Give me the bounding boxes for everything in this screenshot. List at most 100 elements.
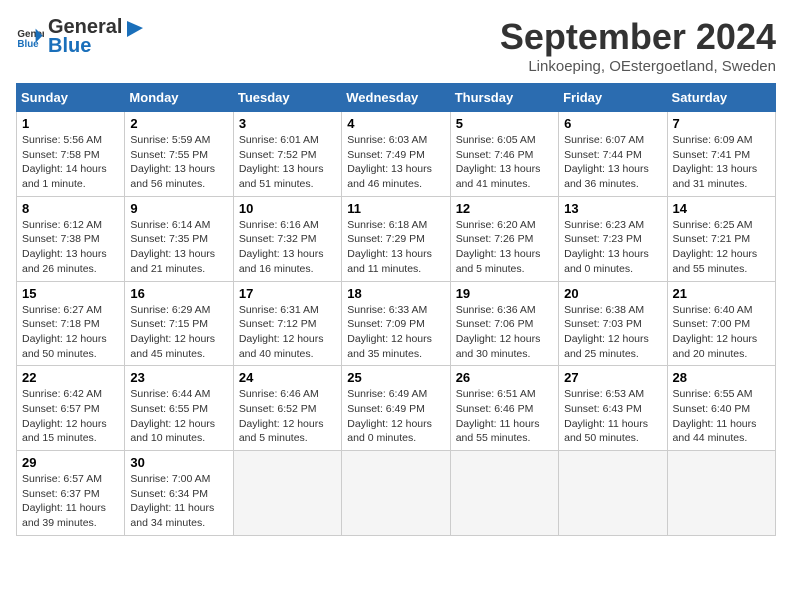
day-number: 12	[456, 201, 553, 216]
title-block: September 2024 Linkoeping, OEstergoetlan…	[500, 16, 776, 75]
day-header-tuesday: Tuesday	[233, 84, 341, 112]
week-row-3: 15 Sunrise: 6:27 AMSunset: 7:18 PMDayligh…	[17, 281, 776, 366]
day-cell: 7 Sunrise: 6:09 AMSunset: 7:41 PMDaylight…	[667, 112, 775, 197]
day-cell: 27Sunrise: 6:53 AMSunset: 6:43 PMDayligh…	[559, 366, 667, 451]
day-number: 8	[22, 201, 119, 216]
day-cell: 3 Sunrise: 6:01 AMSunset: 7:52 PMDaylight…	[233, 112, 341, 197]
day-cell: 26 Sunrise: 6:51 AMSunset: 6:46 PMDayligh…	[450, 366, 558, 451]
day-number: 5	[456, 116, 553, 131]
week-row-1: 1 Sunrise: 5:56 AMSunset: 7:58 PMDaylight…	[17, 112, 776, 197]
page-header: General Blue General Blue September 2024…	[16, 16, 776, 75]
day-info: Sunrise: 7:00 AMSunset: 6:34 PMDaylight:…	[130, 472, 227, 531]
day-cell: 15 Sunrise: 6:27 AMSunset: 7:18 PMDayligh…	[17, 281, 125, 366]
day-number: 4	[347, 116, 444, 131]
day-cell: 8 Sunrise: 6:12 AMSunset: 7:38 PMDaylight…	[17, 196, 125, 281]
day-info: Sunrise: 6:46 AMSunset: 6:52 PMDaylight:…	[239, 387, 336, 446]
day-info: Sunrise: 6:55 AMSunset: 6:40 PMDaylight:…	[673, 387, 770, 446]
week-row-2: 8 Sunrise: 6:12 AMSunset: 7:38 PMDaylight…	[17, 196, 776, 281]
day-number: 2	[130, 116, 227, 131]
day-cell: 25 Sunrise: 6:49 AMSunset: 6:49 PMDayligh…	[342, 366, 450, 451]
day-number: 24	[239, 370, 336, 385]
day-info: Sunrise: 6:29 AMSunset: 7:15 PMDaylight:…	[130, 303, 227, 362]
day-cell: 10Sunrise: 6:16 AMSunset: 7:32 PMDayligh…	[233, 196, 341, 281]
day-number: 18	[347, 286, 444, 301]
day-cell: 29 Sunrise: 6:57 AMSunset: 6:37 PMDayligh…	[17, 451, 125, 536]
day-number: 29	[22, 455, 119, 470]
day-number: 30	[130, 455, 227, 470]
day-number: 21	[673, 286, 770, 301]
day-info: Sunrise: 6:42 AMSunset: 6:57 PMDaylight:…	[22, 387, 119, 446]
day-cell: 11Sunrise: 6:18 AMSunset: 7:29 PMDayligh…	[342, 196, 450, 281]
day-cell: 5 Sunrise: 6:05 AMSunset: 7:46 PMDaylight…	[450, 112, 558, 197]
calendar-header-row: SundayMondayTuesdayWednesdayThursdayFrid…	[17, 84, 776, 112]
calendar-subtitle: Linkoeping, OEstergoetland, Sweden	[500, 58, 776, 75]
day-number: 15	[22, 286, 119, 301]
day-cell	[450, 451, 558, 536]
day-cell: 23 Sunrise: 6:44 AMSunset: 6:55 PMDayligh…	[125, 366, 233, 451]
day-cell	[342, 451, 450, 536]
day-info: Sunrise: 6:16 AMSunset: 7:32 PMDaylight:…	[239, 218, 336, 277]
day-number: 6	[564, 116, 661, 131]
day-number: 19	[456, 286, 553, 301]
day-info: Sunrise: 6:44 AMSunset: 6:55 PMDaylight:…	[130, 387, 227, 446]
day-cell: 13Sunrise: 6:23 AMSunset: 7:23 PMDayligh…	[559, 196, 667, 281]
day-info: Sunrise: 6:20 AMSunset: 7:26 PMDaylight:…	[456, 218, 553, 277]
svg-text:Blue: Blue	[17, 39, 39, 50]
day-info: Sunrise: 6:07 AMSunset: 7:44 PMDaylight:…	[564, 133, 661, 192]
day-info: Sunrise: 6:25 AMSunset: 7:21 PMDaylight:…	[673, 218, 770, 277]
day-header-friday: Friday	[559, 84, 667, 112]
day-info: Sunrise: 6:27 AMSunset: 7:18 PMDaylight:…	[22, 303, 119, 362]
logo-icon: General Blue	[16, 23, 44, 51]
day-cell: 30 Sunrise: 7:00 AMSunset: 6:34 PMDayligh…	[125, 451, 233, 536]
day-header-wednesday: Wednesday	[342, 84, 450, 112]
day-info: Sunrise: 6:31 AMSunset: 7:12 PMDaylight:…	[239, 303, 336, 362]
day-number: 23	[130, 370, 227, 385]
day-cell: 6 Sunrise: 6:07 AMSunset: 7:44 PMDaylight…	[559, 112, 667, 197]
day-cell: 20Sunrise: 6:38 AMSunset: 7:03 PMDayligh…	[559, 281, 667, 366]
day-header-sunday: Sunday	[17, 84, 125, 112]
day-info: Sunrise: 6:03 AMSunset: 7:49 PMDaylight:…	[347, 133, 444, 192]
day-info: Sunrise: 6:49 AMSunset: 6:49 PMDaylight:…	[347, 387, 444, 446]
logo-triangle-icon	[123, 17, 145, 39]
day-cell	[233, 451, 341, 536]
day-info: Sunrise: 6:01 AMSunset: 7:52 PMDaylight:…	[239, 133, 336, 192]
day-cell: 4 Sunrise: 6:03 AMSunset: 7:49 PMDaylight…	[342, 112, 450, 197]
day-number: 22	[22, 370, 119, 385]
day-info: Sunrise: 6:36 AMSunset: 7:06 PMDaylight:…	[456, 303, 553, 362]
day-info: Sunrise: 6:18 AMSunset: 7:29 PMDaylight:…	[347, 218, 444, 277]
day-info: Sunrise: 6:33 AMSunset: 7:09 PMDaylight:…	[347, 303, 444, 362]
day-cell: 12 Sunrise: 6:20 AMSunset: 7:26 PMDayligh…	[450, 196, 558, 281]
day-info: Sunrise: 6:38 AMSunset: 7:03 PMDaylight:…	[564, 303, 661, 362]
day-cell	[667, 451, 775, 536]
day-info: Sunrise: 6:23 AMSunset: 7:23 PMDaylight:…	[564, 218, 661, 277]
day-cell: 14 Sunrise: 6:25 AMSunset: 7:21 PMDayligh…	[667, 196, 775, 281]
day-cell: 21 Sunrise: 6:40 AMSunset: 7:00 PMDayligh…	[667, 281, 775, 366]
day-info: Sunrise: 5:56 AMSunset: 7:58 PMDaylight:…	[22, 133, 119, 192]
day-info: Sunrise: 6:40 AMSunset: 7:00 PMDaylight:…	[673, 303, 770, 362]
day-info: Sunrise: 6:57 AMSunset: 6:37 PMDaylight:…	[22, 472, 119, 531]
week-row-5: 29 Sunrise: 6:57 AMSunset: 6:37 PMDayligh…	[17, 451, 776, 536]
day-cell: 24 Sunrise: 6:46 AMSunset: 6:52 PMDayligh…	[233, 366, 341, 451]
day-number: 14	[673, 201, 770, 216]
day-number: 7	[673, 116, 770, 131]
day-info: Sunrise: 6:53 AMSunset: 6:43 PMDaylight:…	[564, 387, 661, 446]
day-header-thursday: Thursday	[450, 84, 558, 112]
day-number: 9	[130, 201, 227, 216]
day-info: Sunrise: 6:12 AMSunset: 7:38 PMDaylight:…	[22, 218, 119, 277]
calendar-table: SundayMondayTuesdayWednesdayThursdayFrid…	[16, 83, 776, 536]
day-number: 3	[239, 116, 336, 131]
day-number: 17	[239, 286, 336, 301]
day-number: 1	[22, 116, 119, 131]
day-cell: 1 Sunrise: 5:56 AMSunset: 7:58 PMDaylight…	[17, 112, 125, 197]
logo: General Blue General Blue	[16, 16, 146, 58]
day-header-saturday: Saturday	[667, 84, 775, 112]
day-header-monday: Monday	[125, 84, 233, 112]
day-number: 26	[456, 370, 553, 385]
day-info: Sunrise: 6:05 AMSunset: 7:46 PMDaylight:…	[456, 133, 553, 192]
day-cell: 22 Sunrise: 6:42 AMSunset: 6:57 PMDayligh…	[17, 366, 125, 451]
day-cell: 18 Sunrise: 6:33 AMSunset: 7:09 PMDayligh…	[342, 281, 450, 366]
day-info: Sunrise: 6:51 AMSunset: 6:46 PMDaylight:…	[456, 387, 553, 446]
day-info: Sunrise: 6:09 AMSunset: 7:41 PMDaylight:…	[673, 133, 770, 192]
day-number: 25	[347, 370, 444, 385]
day-info: Sunrise: 6:14 AMSunset: 7:35 PMDaylight:…	[130, 218, 227, 277]
